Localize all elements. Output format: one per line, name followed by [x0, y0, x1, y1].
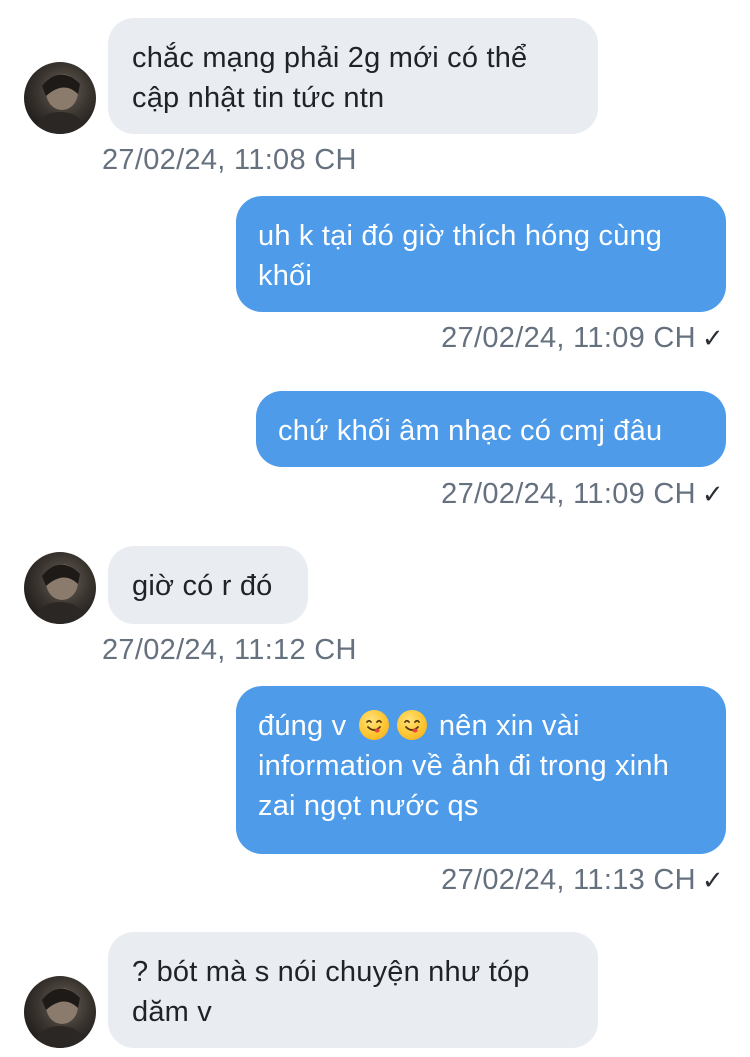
message-bubble-incoming[interactable]: giờ có r đó	[108, 546, 308, 624]
message-timestamp: 27/02/24, 11:09 CH	[441, 478, 696, 510]
message-text-prefix: đúng v	[258, 710, 347, 742]
message-timestamp-row: 27/02/24, 11:13 CH ✓	[441, 864, 724, 897]
message-bubble-incoming[interactable]: chắc mạng phải 2g mới có thể cập nhật ti…	[108, 18, 598, 134]
message-timestamp: 27/02/24, 11:08 CH	[102, 144, 357, 176]
avatar[interactable]	[24, 552, 96, 624]
message-timestamp-row: 27/02/24, 11:09 CH ✓	[441, 322, 724, 355]
avatar[interactable]	[24, 62, 96, 134]
message-bubble-outgoing[interactable]: uh k tại đó giờ thích hóng cùng khối	[236, 196, 726, 312]
message-bubble-outgoing[interactable]: chứ khối âm nhạc có cmj đâu	[256, 391, 726, 467]
message-timestamp: 27/02/24, 11:13 CH	[441, 864, 696, 896]
message-text: chứ khối âm nhạc có cmj đâu	[278, 415, 663, 447]
message-text: uh k tại đó giờ thích hóng cùng khối	[258, 220, 663, 292]
yum-face-emoji-icon	[396, 710, 427, 740]
read-check-icon: ✓	[701, 479, 724, 509]
message-text: ? bót mà s nói chuyện như tóp dăm v	[132, 956, 530, 1028]
yum-face-emoji-icon	[358, 710, 389, 740]
message-text: giờ có r đó	[132, 570, 273, 602]
message-bubble-outgoing[interactable]: đúng v nên xin vài information về ảnh đi…	[236, 686, 726, 854]
message-text: chắc mạng phải 2g mới có thể cập nhật ti…	[132, 42, 528, 114]
message-timestamp-row: 27/02/24, 11:09 CH ✓	[441, 478, 724, 511]
read-check-icon: ✓	[701, 865, 724, 895]
message-timestamp: 27/02/24, 11:12 CH	[102, 634, 357, 666]
message-timestamp: 27/02/24, 11:09 CH	[441, 322, 696, 354]
read-check-icon: ✓	[701, 323, 724, 353]
avatar[interactable]	[24, 976, 96, 1048]
message-bubble-incoming[interactable]: ? bót mà s nói chuyện như tóp dăm v	[108, 932, 598, 1048]
